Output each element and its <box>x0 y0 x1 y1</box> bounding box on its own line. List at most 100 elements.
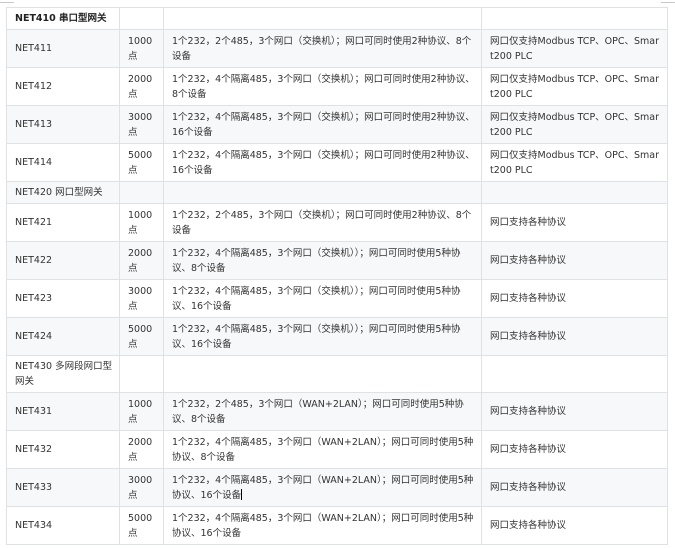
ports-cell[interactable]: 1个232，2个485，3个网口（交换机）；网口可同时使用2种协议、8个设备 <box>163 29 482 68</box>
ports-cell-text: 1个232，4个隔离485，3个网口（WAN+2LAN）；网口可同时使用5种协议… <box>172 512 474 539</box>
group-row: NET410 串口型网关 <box>6 7 668 30</box>
table-row: NET411 1000点 1个232，2个485，3个网口（交换机）；网口可同时使用… <box>6 29 668 68</box>
ports-cell[interactable]: 1个232，4个隔离485，3个网口（交换机））；网口可同时使用5种协议、16个… <box>163 317 482 356</box>
protocol-cell[interactable]: 网口仅支持Modbus TCP、OPC、Smart200 PLC <box>481 143 668 182</box>
points-cell[interactable]: 2000点 <box>119 67 164 106</box>
group-title-cell[interactable]: NET410 串口型网关 <box>6 7 120 30</box>
model-cell[interactable]: NET422 <box>6 241 120 280</box>
protocol-cell[interactable]: 网口支持各种协议 <box>481 279 668 318</box>
model-cell[interactable]: NET411 <box>6 29 120 68</box>
model-cell-text: NET421 <box>15 217 53 228</box>
protocol-cell[interactable] <box>481 181 668 204</box>
points-cell[interactable]: 2000点 <box>119 430 164 469</box>
gateway-spec-table: NET410 串口型网关 NET411 1000点 1个232，2个485，3个网口（… <box>6 7 668 545</box>
points-cell[interactable]: 5000点 <box>119 506 164 545</box>
editor-top-edge <box>0 0 675 7</box>
table-row: NET423 3000点 1个232，4个隔离485，3个网口（交换机））；网口可同… <box>6 279 668 318</box>
group-title-cell[interactable]: NET420 网口型网关 <box>6 181 120 204</box>
table-row: NET412 2000点 1个232，4个隔离485，3个网口（交换机）；网口可同时… <box>6 67 668 106</box>
model-cell[interactable]: NET434 <box>6 506 120 545</box>
points-cell-text: 1000点 <box>128 35 153 62</box>
model-cell[interactable]: NET413 <box>6 105 120 144</box>
model-cell[interactable]: NET414 <box>6 143 120 182</box>
protocol-cell[interactable]: 网口仅支持Modbus TCP、OPC、Smart200 PLC <box>481 67 668 106</box>
group-title-cell-text: NET430 多网段网口型网关 <box>15 361 113 387</box>
ports-cell[interactable] <box>163 7 482 30</box>
protocol-cell-text: 网口支持各种协议 <box>490 406 567 417</box>
points-cell[interactable]: 1000点 <box>119 392 164 431</box>
points-cell[interactable] <box>119 7 164 30</box>
model-cell[interactable]: NET432 <box>6 430 120 469</box>
group-row: NET430 多网段网口型网关 <box>6 355 668 393</box>
ports-cell[interactable]: 1个232，4个隔离485，3个网口（交换机）；网口可同时使用2种协议、8个设备 <box>163 67 482 106</box>
ports-cell[interactable]: 1个232，4个隔离485，3个网口（交换机））；网口可同时使用5种协议、8个设… <box>163 241 482 280</box>
points-cell[interactable]: 3000点 <box>119 105 164 144</box>
model-cell-text: NET433 <box>15 482 53 493</box>
model-cell-text: NET423 <box>15 293 53 304</box>
ports-cell[interactable]: 1个232，2个485，3个网口（交换机）；网口可同时使用2种协议、8个设备 <box>163 203 482 242</box>
group-title-cell[interactable]: NET430 多网段网口型网关 <box>6 355 120 393</box>
ports-cell[interactable]: 1个232，4个隔离485，3个网口（WAN+2LAN）；网口可同时使用5种协议… <box>163 506 482 545</box>
model-cell-text: NET412 <box>15 81 53 92</box>
points-cell[interactable]: 1000点 <box>119 203 164 242</box>
ports-cell-text: 1个232，4个隔离485，3个网口（交换机））；网口可同时使用5种协议、16个… <box>172 285 461 312</box>
table-body: NET410 串口型网关 NET411 1000点 1个232，2个485，3个网口（… <box>6 7 668 545</box>
ports-cell-text: 1个232，4个隔离485，3个网口（交换机））；网口可同时使用5种协议、8个设… <box>172 247 461 274</box>
points-cell[interactable] <box>119 355 164 393</box>
ports-cell[interactable] <box>163 355 482 393</box>
points-cell[interactable]: 2000点 <box>119 241 164 280</box>
protocol-cell[interactable]: 网口支持各种协议 <box>481 392 668 431</box>
points-cell-text: 2000点 <box>128 247 153 274</box>
table-row: NET434 5000点 1个232，4个隔离485，3个网口（WAN+2LAN）；… <box>6 506 668 545</box>
protocol-cell[interactable]: 网口仅支持Modbus TCP、OPC、Smart200 PLC <box>481 105 668 144</box>
points-cell[interactable]: 5000点 <box>119 317 164 356</box>
protocol-cell[interactable]: 网口支持各种协议 <box>481 506 668 545</box>
model-cell[interactable]: NET431 <box>6 392 120 431</box>
table-row: NET431 1000点 1个232，2个485，3个网口（WAN+2LAN）；网口… <box>6 392 668 431</box>
protocol-cell[interactable]: 网口支持各种协议 <box>481 317 668 356</box>
table-toolbar-handle-left[interactable] <box>0 2 14 3</box>
table-row: NET421 1000点 1个232，2个485，3个网口（交换机）；网口可同时使用… <box>6 203 668 242</box>
model-cell-text: NET422 <box>15 255 53 266</box>
protocol-cell-text: 网口仅支持Modbus TCP、OPC、Smart200 PLC <box>490 73 660 100</box>
table-row: NET424 5000点 1个232，4个隔离485，3个网口（交换机））；网口可同… <box>6 317 668 356</box>
ports-cell[interactable]: 1个232，2个485，3个网口（WAN+2LAN）；网口可同时使用5种协议、8… <box>163 392 482 431</box>
model-cell-text: NET411 <box>15 43 53 54</box>
points-cell[interactable]: 3000点 <box>119 468 164 507</box>
protocol-cell-text: 网口仅支持Modbus TCP、OPC、Smart200 PLC <box>490 35 660 62</box>
protocol-cell[interactable] <box>481 7 668 30</box>
ports-cell[interactable]: 1个232，4个隔离485，3个网口（交换机）；网口可同时使用2种协议、16个设… <box>163 105 482 144</box>
model-cell[interactable]: NET433 <box>6 468 120 507</box>
model-cell[interactable]: NET424 <box>6 317 120 356</box>
ports-cell-text: 1个232，2个485，3个网口（WAN+2LAN）；网口可同时使用5种协议、8… <box>172 398 464 425</box>
model-cell[interactable]: NET423 <box>6 279 120 318</box>
table-toolbar-handle-right[interactable] <box>661 2 675 3</box>
protocol-cell[interactable]: 网口支持各种协议 <box>481 203 668 242</box>
protocol-cell-text: 网口支持各种协议 <box>490 217 567 228</box>
ports-cell-text: 1个232，4个隔离485，3个网口（WAN+2LAN）；网口可同时使用5种协议… <box>172 474 474 501</box>
ports-cell[interactable]: 1个232，4个隔离485，3个网口（交换机）；网口可同时使用2种协议、16个设… <box>163 143 482 182</box>
ports-cell-text: 1个232，4个隔离485，3个网口（交换机）；网口可同时使用2种协议、16个设… <box>172 149 475 176</box>
protocol-cell-text: 网口支持各种协议 <box>490 520 567 531</box>
protocol-cell[interactable]: 网口仅支持Modbus TCP、OPC、Smart200 PLC <box>481 29 668 68</box>
group-title-cell-text: NET410 串口型网关 <box>15 13 107 24</box>
points-cell[interactable]: 3000点 <box>119 279 164 318</box>
ports-cell[interactable]: 1个232，4个隔离485，3个网口（交换机））；网口可同时使用5种协议、16个… <box>163 279 482 318</box>
ports-cell-text: 1个232，2个485，3个网口（交换机）；网口可同时使用2种协议、8个设备 <box>172 35 472 62</box>
ports-cell[interactable] <box>163 181 482 204</box>
protocol-cell[interactable] <box>481 355 668 393</box>
protocol-cell[interactable]: 网口支持各种协议 <box>481 468 668 507</box>
ports-cell[interactable]: 1个232，4个隔离485，3个网口（WAN+2LAN）；网口可同时使用5种协议… <box>163 430 482 469</box>
ports-cell-text: 1个232，2个485，3个网口（交换机）；网口可同时使用2种协议、8个设备 <box>172 209 472 236</box>
protocol-cell[interactable]: 网口支持各种协议 <box>481 430 668 469</box>
points-cell[interactable]: 1000点 <box>119 29 164 68</box>
points-cell-text: 1000点 <box>128 398 153 425</box>
group-row: NET420 网口型网关 <box>6 181 668 204</box>
model-cell[interactable]: NET421 <box>6 203 120 242</box>
points-cell[interactable] <box>119 181 164 204</box>
model-cell[interactable]: NET412 <box>6 67 120 106</box>
points-cell[interactable]: 5000点 <box>119 143 164 182</box>
table-row: NET433 3000点 1个232，4个隔离485，3个网口（WAN+2LAN）；… <box>6 468 668 507</box>
protocol-cell[interactable]: 网口支持各种协议 <box>481 241 668 280</box>
ports-cell[interactable]: 1个232，4个隔离485，3个网口（WAN+2LAN）；网口可同时使用5种协议… <box>163 468 482 507</box>
